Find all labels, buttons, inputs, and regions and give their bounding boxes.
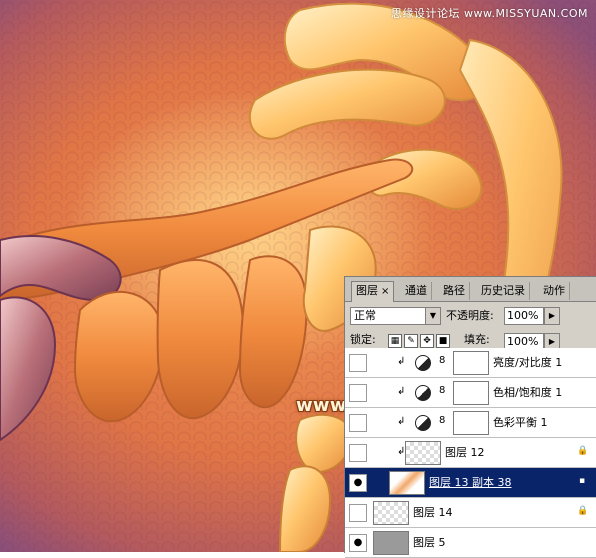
layer-row-14[interactable]: 图层 14 🔒 xyxy=(345,498,596,528)
layer-row-color-balance[interactable]: ↲ 8 色彩平衡 1 xyxy=(345,408,596,438)
layer-name[interactable]: 图层 14 xyxy=(413,498,453,527)
layer-row-13-copy-38[interactable]: ● 图层 13 副本 38 ▪ xyxy=(345,468,596,498)
opacity-label: 不透明度: xyxy=(446,309,494,322)
tab-layers[interactable]: 图层 × xyxy=(351,281,395,302)
fill-label: 填充: xyxy=(464,333,490,346)
visibility-toggle[interactable] xyxy=(349,384,367,402)
layer-thumbnail[interactable] xyxy=(373,501,409,525)
tab-actions[interactable]: 动作 xyxy=(539,282,570,300)
layer-mask-thumbnail[interactable] xyxy=(453,411,489,435)
visibility-toggle[interactable] xyxy=(349,414,367,432)
lock-icon: 🔒 xyxy=(577,506,589,516)
blend-mode-select[interactable]: 正常 ▼ xyxy=(350,307,441,325)
lock-label: 锁定: xyxy=(350,333,376,346)
adjustment-layer-icon xyxy=(415,355,431,371)
lock-transparent-icon[interactable]: ▦ xyxy=(388,334,402,348)
eye-icon[interactable]: ● xyxy=(349,474,367,492)
link-chain-icon[interactable]: 8 xyxy=(439,415,445,426)
clip-arrow-icon: ↲ xyxy=(397,356,406,367)
eye-icon[interactable]: ● xyxy=(349,534,367,552)
layer-mask-thumbnail[interactable] xyxy=(453,351,489,375)
visibility-toggle[interactable] xyxy=(349,444,367,462)
blend-opacity-row: 正常 ▼ 不透明度: 100% ▶ xyxy=(350,307,593,327)
lock-move-icon[interactable]: ✥ xyxy=(420,334,434,348)
tab-history-label: 历史记录 xyxy=(481,284,525,297)
layer-name[interactable]: 色彩平衡 1 xyxy=(493,408,548,437)
tab-layers-label: 图层 xyxy=(356,284,378,297)
layer-thumbnail[interactable] xyxy=(405,441,441,465)
visibility-toggle[interactable] xyxy=(349,504,367,522)
lock-brush-icon[interactable]: ✎ xyxy=(404,334,418,348)
tab-channels-label: 通道 xyxy=(405,284,427,297)
close-icon[interactable]: × xyxy=(381,286,389,297)
layer-row-5[interactable]: ● 图层 5 xyxy=(345,528,596,558)
chevron-down-icon[interactable]: ▼ xyxy=(425,308,440,324)
adjustment-layer-icon xyxy=(415,385,431,401)
lock-all-icon[interactable]: ■ xyxy=(436,334,450,348)
opacity-input[interactable]: 100% xyxy=(504,307,544,325)
layer-name[interactable]: 图层 12 xyxy=(445,438,485,467)
layer-name[interactable]: 图层 5 xyxy=(413,528,446,557)
layer-name[interactable]: 图层 13 副本 38 xyxy=(429,468,511,497)
layer-thumbnail[interactable] xyxy=(389,471,425,495)
layer-row-hue-saturation[interactable]: ↲ 8 色相/饱和度 1 xyxy=(345,378,596,408)
site-watermark: 思缘设计论坛 www.MISSYUAN.COM xyxy=(390,7,588,20)
opacity-arrow-icon[interactable]: ▶ xyxy=(544,307,560,325)
layer-name[interactable]: 亮度/对比度 1 xyxy=(493,348,562,377)
layer-name[interactable]: 色相/饱和度 1 xyxy=(493,378,562,407)
layer-list: ↲ 8 亮度/对比度 1 ↲ 8 色相/饱和度 1 ↲ 8 色彩平衡 1 ↲ 图… xyxy=(345,348,596,558)
layer-row-brightness-contrast[interactable]: ↲ 8 亮度/对比度 1 xyxy=(345,348,596,378)
link-chain-icon[interactable]: 8 xyxy=(439,385,445,396)
layer-row-12[interactable]: ↲ 图层 12 🔒 xyxy=(345,438,596,468)
clip-arrow-icon: ↲ xyxy=(397,416,406,427)
clip-arrow-icon: ↲ xyxy=(397,386,406,397)
adjustment-layer-icon xyxy=(415,415,431,431)
layer-thumbnail[interactable] xyxy=(373,531,409,555)
tab-channels[interactable]: 通道 xyxy=(401,282,432,300)
tab-paths-label: 路径 xyxy=(443,284,465,297)
tab-paths[interactable]: 路径 xyxy=(439,282,470,300)
blend-mode-value: 正常 xyxy=(354,309,376,322)
layer-mask-thumbnail[interactable] xyxy=(453,381,489,405)
link-chain-icon[interactable]: 8 xyxy=(439,355,445,366)
link-icon: ▪ xyxy=(578,476,586,486)
panel-tab-bar: 图层 × 通道 路径 历史记录 动作 xyxy=(345,277,596,302)
layers-panel: 图层 × 通道 路径 历史记录 动作 正常 ▼ 不透明度: 100% ▶ 锁定: … xyxy=(344,276,596,558)
tab-actions-label: 动作 xyxy=(543,284,565,297)
visibility-toggle[interactable] xyxy=(349,354,367,372)
tab-history[interactable]: 历史记录 xyxy=(477,282,530,300)
lock-icon: 🔒 xyxy=(577,446,589,456)
